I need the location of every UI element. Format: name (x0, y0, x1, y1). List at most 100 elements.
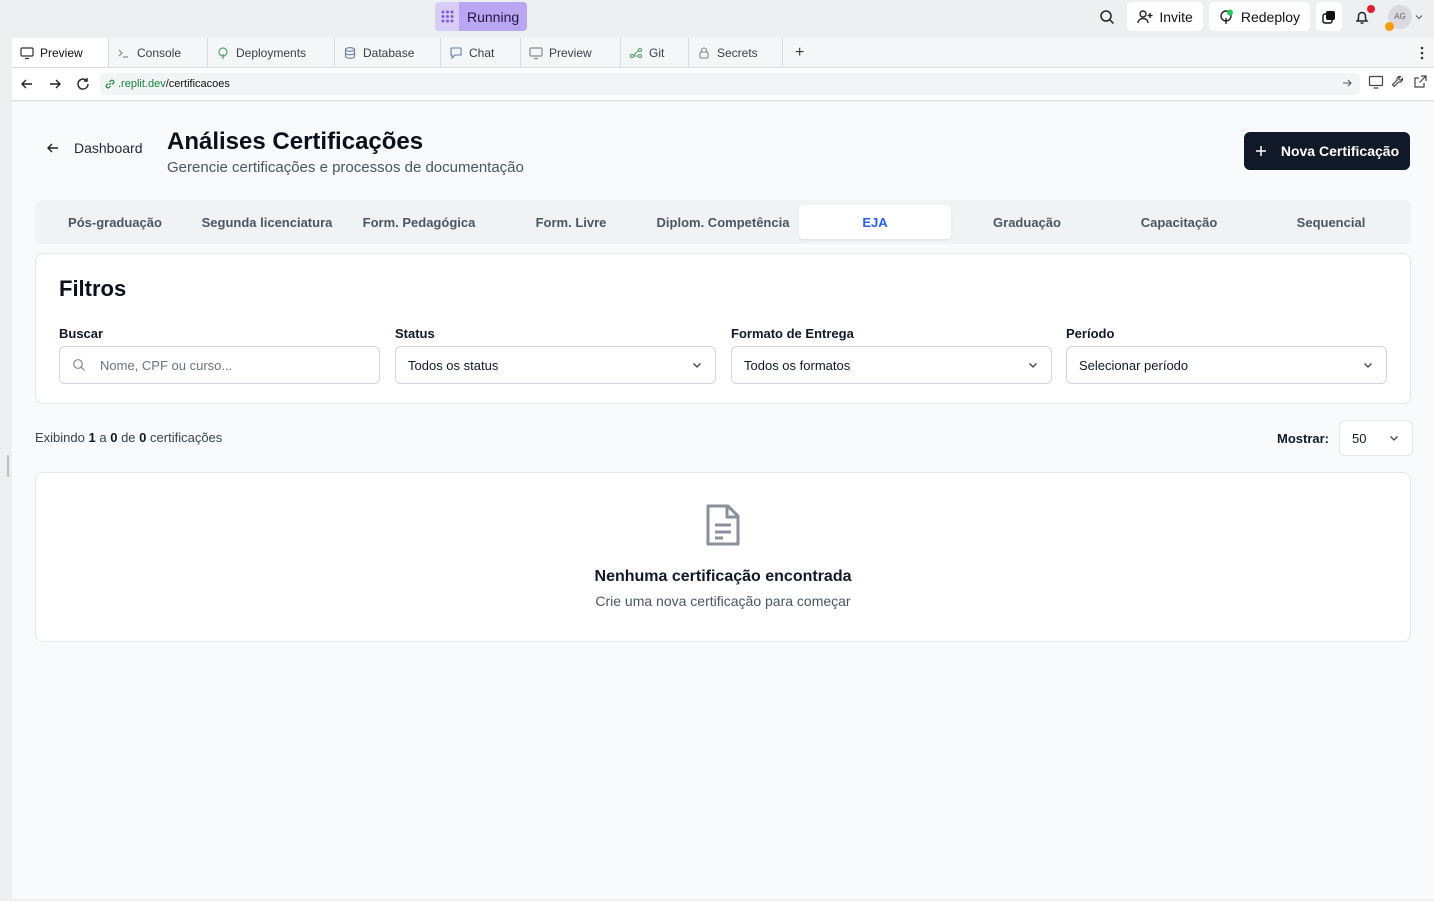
page-subtitle: Gerencie certificações e processos de do… (167, 159, 524, 176)
terminal-icon (118, 49, 128, 58)
left-gutter (0, 0, 12, 901)
status-select[interactable]: Todos os status (395, 346, 716, 384)
url-path: /certificacoes (165, 78, 230, 90)
results-total: 0 (139, 430, 147, 445)
tab-form-pedagogica[interactable]: Form. Pedagógica (343, 205, 495, 239)
plus-icon: + (795, 43, 805, 61)
back-arrow-icon[interactable] (14, 71, 40, 97)
tab-secrets[interactable]: Secrets (689, 38, 783, 67)
period-value: Selecionar período (1079, 357, 1189, 373)
plus-icon (1255, 146, 1266, 156)
empty-state-card: Nenhuma certificação encontrada Crie uma… (35, 472, 1411, 642)
database-icon (344, 46, 356, 59)
tab-segunda-licenciatura[interactable]: Segunda licenciatura (191, 205, 343, 239)
run-status-button[interactable]: Running (435, 2, 528, 31)
notification-badge (1367, 4, 1375, 13)
search-input[interactable]: Nome, CPF ou curso... (59, 346, 380, 384)
results-a: a (99, 430, 107, 445)
reload-icon[interactable] (70, 71, 96, 97)
invite-button[interactable]: Invite (1127, 2, 1203, 31)
git-icon (629, 47, 643, 58)
tab-database[interactable]: Database (335, 38, 441, 67)
search-label: Buscar (59, 326, 104, 341)
tab-git[interactable]: Git (621, 38, 689, 67)
chevron-down-icon (1364, 363, 1372, 368)
new-tab-button[interactable]: + (783, 38, 816, 67)
period-filter: Período Selecionar período (1066, 326, 1387, 384)
document-icon (704, 503, 742, 552)
workspace-toggle-button[interactable] (1316, 2, 1342, 31)
deploy-icon (1220, 9, 1233, 24)
tab-graduacao[interactable]: Graduação (951, 205, 1103, 239)
notifications-button[interactable] (1348, 3, 1376, 31)
url-input[interactable]: .replit.dev/certificacoes (100, 73, 1360, 95)
period-select[interactable]: Selecionar período (1066, 346, 1387, 384)
tab-eja[interactable]: EJA (799, 205, 951, 239)
tab-diplom-competencia[interactable]: Diplom. Competência (647, 205, 799, 239)
replit-topbar: Running Invite Redeploy AG (0, 0, 1434, 38)
redeploy-label: Redeploy (1240, 8, 1300, 25)
format-filter: Formato de Entrega Todos os formatos (731, 326, 1052, 384)
tab-sequencial[interactable]: Sequencial (1255, 205, 1407, 239)
tab-form-livre[interactable]: Form. Livre (495, 205, 647, 239)
back-label: Dashboard (74, 140, 143, 156)
account-menu[interactable]: AG (1385, 4, 1424, 31)
page-size-select[interactable]: 50 (1339, 420, 1414, 456)
search-icon[interactable] (1093, 3, 1121, 31)
format-select[interactable]: Todos os formatos (731, 346, 1052, 384)
search-icon (73, 359, 85, 371)
monitor-icon (20, 46, 34, 59)
search-filter: Buscar Nome, CPF ou curso... (59, 326, 380, 384)
empty-state-title: Nenhuma certificação encontrada (594, 568, 852, 585)
tab-label: Database (363, 45, 415, 60)
tab-console[interactable]: Console (109, 38, 208, 67)
user-plus-icon (1137, 9, 1153, 23)
tab-label: Secrets (717, 45, 758, 60)
results-de: de (121, 430, 136, 445)
url-bar: .replit.dev/certificacoes (12, 68, 1434, 101)
lock-icon (699, 46, 709, 59)
deploy-icon (218, 46, 228, 59)
status-value: Todos os status (408, 357, 499, 373)
new-certification-label: Nova Certificação (1280, 143, 1400, 159)
results-prefix: Exibindo (35, 430, 85, 445)
app-preview: Dashboard Análises Certificações Gerenci… (12, 102, 1434, 899)
go-arrow-icon[interactable] (1342, 78, 1352, 91)
tab-label: Preview (549, 45, 592, 60)
empty-state-subtitle: Crie uma nova certificação para começar (595, 593, 851, 609)
resize-handle[interactable] (7, 455, 9, 477)
more-vertical-icon[interactable] (1410, 38, 1434, 67)
tab-label: Console (137, 45, 182, 60)
results-to: 0 (110, 430, 118, 445)
tab-chat[interactable]: Chat (441, 38, 521, 67)
arrow-left-icon (47, 143, 58, 153)
format-value: Todos os formatos (744, 357, 851, 373)
devtools-monitor-icon[interactable] (1368, 74, 1384, 95)
tab-preview[interactable]: Preview (12, 38, 109, 67)
status-label: Status (395, 326, 435, 341)
tab-label: Git (649, 45, 665, 60)
results-from: 1 (88, 430, 96, 445)
tab-capacitacao[interactable]: Capacitação (1103, 205, 1255, 239)
new-certification-button[interactable]: Nova Certificação (1244, 132, 1410, 170)
back-to-dashboard-link[interactable]: Dashboard (46, 140, 143, 156)
results-suffix: certificações (150, 430, 223, 445)
redeploy-button[interactable]: Redeploy (1208, 2, 1310, 31)
forward-arrow-icon[interactable] (42, 71, 68, 97)
period-label: Período (1066, 326, 1115, 341)
avatar-initials: AG (1394, 12, 1406, 21)
chevron-down-icon (1415, 14, 1423, 19)
tab-label: Chat (469, 45, 495, 60)
page-size-control: Mostrar: 50 (1277, 420, 1414, 456)
tab-pos-graduacao[interactable]: Pós-graduação (39, 205, 191, 239)
layers-icon (1322, 10, 1335, 24)
monitor-icon (529, 46, 543, 59)
status-filter: Status Todos os status (395, 326, 716, 384)
tab-preview-2[interactable]: Preview (521, 38, 621, 67)
tab-label: Deployments (236, 45, 307, 60)
page-title: Análises Certificações (167, 128, 424, 155)
category-tabs: Pós-graduação Segunda licenciatura Form.… (35, 200, 1411, 244)
wrench-icon[interactable] (1390, 74, 1406, 95)
external-link-icon[interactable] (1412, 74, 1428, 95)
tab-deployments[interactable]: Deployments (208, 38, 335, 67)
